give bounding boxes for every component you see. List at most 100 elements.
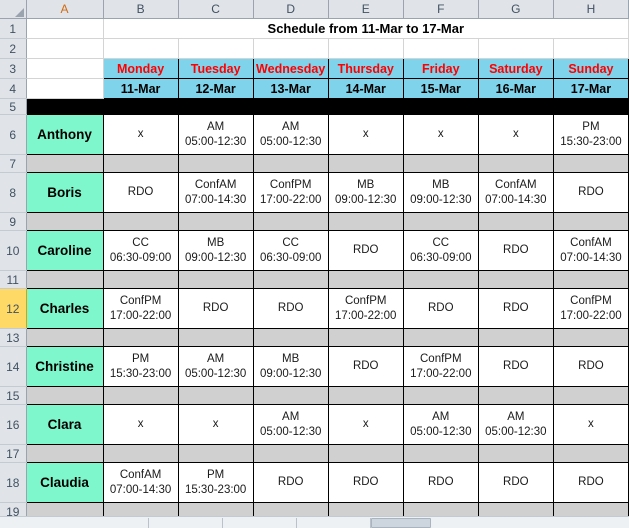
spacer-cell[interactable] (402, 212, 479, 231)
shift-cell[interactable]: ConfPM17:00-22:00 (552, 288, 629, 329)
cell-row2-5[interactable] (402, 38, 479, 59)
shift-cell[interactable]: CC 06:30-09:00 (402, 230, 479, 271)
shift-cell[interactable]: RDO (252, 288, 329, 329)
spacer-cell[interactable] (552, 328, 629, 347)
shift-cell[interactable]: RDO (177, 288, 254, 329)
shift-cell[interactable]: RDO (552, 346, 629, 387)
cell-row2-2[interactable] (177, 38, 254, 59)
shift-cell[interactable]: AM 05:00-12:30 (177, 114, 254, 155)
column-header-c[interactable]: C (178, 0, 254, 19)
cell-a1[interactable] (25, 18, 104, 39)
shift-cell[interactable]: RDO (327, 346, 404, 387)
column-header-b[interactable]: B (103, 0, 179, 19)
spacer-cell[interactable] (25, 386, 104, 405)
shift-cell[interactable]: ConfAM 07:00-14:30 (552, 230, 629, 271)
shift-cell[interactable]: AM 05:00-12:30 (402, 404, 479, 445)
spacer-cell[interactable] (102, 328, 179, 347)
shift-cell[interactable]: x (327, 404, 404, 445)
scrollbar-thumb[interactable] (371, 518, 431, 528)
shift-cell[interactable]: x (477, 114, 554, 155)
spacer-cell[interactable] (177, 212, 254, 231)
column-header-g[interactable]: G (478, 0, 554, 19)
spacer-cell[interactable] (177, 386, 254, 405)
shift-cell[interactable]: PM15:30-23:00 (102, 346, 179, 387)
cell-row2-1[interactable] (102, 38, 179, 59)
spacer-cell[interactable] (252, 154, 329, 173)
shift-cell[interactable]: AM 05:00-12:30 (177, 346, 254, 387)
spacer-cell[interactable] (25, 328, 104, 347)
spacer-cell[interactable] (402, 154, 479, 173)
spacer-cell[interactable] (402, 270, 479, 289)
row-header-9[interactable]: 9 (0, 212, 27, 231)
spacer-cell[interactable] (102, 154, 179, 173)
column-header-a[interactable]: A (26, 0, 104, 19)
cell-row2-4[interactable] (327, 38, 404, 59)
shift-cell[interactable]: ConfAM 07:00-14:30 (477, 172, 554, 213)
shift-cell[interactable]: MB 09:00-12:30 (252, 346, 329, 387)
spacer-cell[interactable] (477, 386, 554, 405)
shift-cell[interactable]: x (552, 404, 629, 445)
row-header-18[interactable]: 18 (0, 462, 27, 503)
row-header-6[interactable]: 6 (0, 114, 27, 155)
spacer-cell[interactable] (477, 444, 554, 463)
shift-cell[interactable]: ConfAM 07:00-14:30 (102, 462, 179, 503)
shift-cell[interactable]: x (102, 404, 179, 445)
shift-cell[interactable]: ConfPM17:00-22:00 (102, 288, 179, 329)
row-header-13[interactable]: 13 (0, 328, 27, 347)
cell-row2-3[interactable] (252, 38, 329, 59)
spacer-cell[interactable] (477, 212, 554, 231)
shift-cell[interactable]: x (402, 114, 479, 155)
row-header-1[interactable]: 1 (0, 18, 27, 39)
horizontal-scrollbar[interactable] (0, 516, 629, 528)
spacer-cell[interactable] (477, 328, 554, 347)
spacer-cell[interactable] (252, 212, 329, 231)
shift-cell[interactable]: ConfAM 07:00-14:30 (177, 172, 254, 213)
spacer-cell[interactable] (552, 386, 629, 405)
column-header-f[interactable]: F (403, 0, 479, 19)
shift-cell[interactable]: RDO (402, 462, 479, 503)
spacer-cell[interactable] (327, 270, 404, 289)
spacer-cell[interactable] (25, 154, 104, 173)
spacer-cell[interactable] (177, 328, 254, 347)
spacer-cell[interactable] (552, 270, 629, 289)
spacer-cell[interactable] (552, 444, 629, 463)
shift-cell[interactable]: RDO (552, 462, 629, 503)
spacer-cell[interactable] (402, 328, 479, 347)
spacer-cell[interactable] (252, 328, 329, 347)
shift-cell[interactable]: AM 05:00-12:30 (252, 404, 329, 445)
shift-cell[interactable]: x (177, 404, 254, 445)
shift-cell[interactable]: RDO (552, 172, 629, 213)
spacer-cell[interactable] (177, 154, 254, 173)
column-header-d[interactable]: D (253, 0, 329, 19)
row-header-15[interactable]: 15 (0, 386, 27, 405)
shift-cell[interactable]: ConfPM17:00-22:00 (327, 288, 404, 329)
spacer-cell[interactable] (177, 270, 254, 289)
row-header-11[interactable]: 11 (0, 270, 27, 289)
column-header-e[interactable]: E (328, 0, 404, 19)
shift-cell[interactable]: x (102, 114, 179, 155)
spacer-cell[interactable] (25, 212, 104, 231)
shift-cell[interactable]: PM15:30-23:00 (177, 462, 254, 503)
row-header-7[interactable]: 7 (0, 154, 27, 173)
shift-cell[interactable]: MB 09:00-12:30 (177, 230, 254, 271)
select-all-corner[interactable] (0, 0, 27, 19)
cell-a4[interactable] (25, 78, 104, 99)
shift-cell[interactable]: CC 06:30-09:00 (102, 230, 179, 271)
shift-cell[interactable]: ConfPM17:00-22:00 (252, 172, 329, 213)
spreadsheet-grid[interactable]: A B C D E F G H 1 Schedule from 11-Mar to 17-Mar 2… (0, 0, 629, 528)
shift-cell[interactable]: x (327, 114, 404, 155)
row-header-4[interactable]: 4 (0, 78, 27, 99)
spacer-cell[interactable] (477, 154, 554, 173)
cell-a3[interactable] (25, 58, 104, 79)
row-header-12[interactable]: 12 (0, 288, 27, 329)
shift-cell[interactable]: RDO (327, 230, 404, 271)
shift-cell[interactable]: RDO (327, 462, 404, 503)
shift-cell[interactable]: RDO (477, 346, 554, 387)
cell-row2-6[interactable] (477, 38, 554, 59)
cell-row2-0[interactable] (25, 38, 104, 59)
shift-cell[interactable]: MB 09:00-12:30 (402, 172, 479, 213)
spacer-cell[interactable] (252, 444, 329, 463)
shift-cell[interactable]: RDO (402, 288, 479, 329)
spacer-cell[interactable] (477, 270, 554, 289)
column-header-h[interactable]: H (553, 0, 629, 19)
